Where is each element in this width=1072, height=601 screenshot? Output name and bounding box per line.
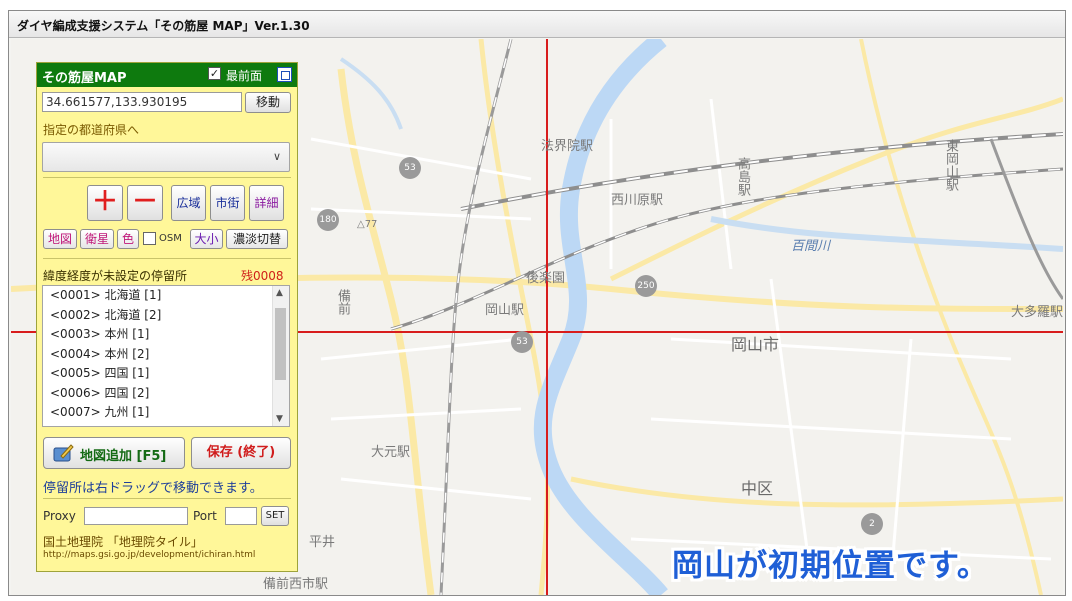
map-label-hirai: 平井 (309, 535, 336, 550)
coordinates-input[interactable]: 34.661577,133.930195 (42, 92, 242, 112)
list-item[interactable]: <0004> 本州 [2] (43, 345, 289, 365)
always-on-top-label: 最前面 (226, 69, 263, 83)
list-item[interactable]: <0007> 九州 [1] (43, 403, 289, 423)
map-label-hokaiin: 法界院駅 (541, 139, 594, 154)
zoom-out-button[interactable]: － (127, 185, 163, 221)
size-toggle-button[interactable]: 大小 (190, 229, 223, 249)
map-label-korakuen: 後楽園 (526, 271, 566, 286)
minimize-icon[interactable] (277, 67, 292, 82)
add-map-label: 地図追加 [F5] (80, 449, 167, 464)
zoom-detail-button[interactable]: 詳細 (249, 185, 284, 221)
osm-checkbox[interactable] (143, 232, 156, 245)
map-label-higashi-okayama: 東岡山駅 (943, 139, 958, 191)
map-label-hyakken-river: 百間川 (791, 239, 831, 254)
port-input[interactable] (225, 507, 257, 525)
road-number-badge: 53 (399, 157, 421, 179)
osm-label: OSM (159, 233, 182, 244)
map-label-omoto: 大元駅 (371, 445, 411, 460)
drag-hint: 停留所は右ドラッグで移動できます。 (43, 481, 263, 496)
road-number-badge: 53 (511, 331, 533, 353)
move-button[interactable]: 移動 (245, 92, 291, 113)
list-item[interactable]: <0002> 北海道 [2] (43, 306, 289, 326)
map-label-takashima: 高島駅 (735, 157, 750, 196)
map-label-ootama: 大多羅駅 (1011, 305, 1063, 320)
control-panel: その筋屋MAP ✓ 最前面 34.661577,133.930195 移動 指定… (36, 62, 298, 572)
panel-title: その筋屋MAP (42, 71, 127, 86)
chevron-down-icon: ∨ (272, 150, 281, 163)
port-label: Port (193, 509, 217, 523)
map-label-okayama-station: 岡山駅 (485, 303, 525, 318)
prefecture-select[interactable]: ∨ (42, 142, 290, 172)
zoom-in-button[interactable]: ＋ (87, 185, 123, 221)
divider (43, 498, 291, 499)
proxy-input[interactable] (84, 507, 188, 525)
chevron-down-icon[interactable]: ▼ (276, 414, 283, 424)
chevron-up-icon[interactable]: ▲ (276, 288, 283, 298)
layer-satellite-button[interactable]: 衛星 (80, 229, 114, 249)
add-map-button[interactable]: 地図追加 [F5] (43, 437, 185, 469)
prefecture-label: 指定の都道府県へ (43, 123, 140, 137)
list-item[interactable]: <0006> 四国 [2] (43, 384, 289, 404)
window-title: ダイヤ編成支援システム「その筋屋 MAP」Ver.1.30 (17, 19, 310, 33)
map-label-nishigawara: 西川原駅 (611, 193, 664, 208)
road-number-badge: 250 (635, 275, 657, 297)
remaining-count: 残0008 (241, 269, 284, 283)
divider (43, 258, 291, 259)
map-credit: 国土地理院 「地理院タイル」 (43, 535, 203, 549)
layer-color-button[interactable]: 色 (117, 229, 139, 249)
title-bar: ダイヤ編成支援システム「その筋屋 MAP」Ver.1.30 (9, 11, 1065, 38)
layer-map-button[interactable]: 地図 (43, 229, 77, 249)
list-item[interactable]: <0001> 北海道 [1] (43, 286, 289, 306)
shade-toggle-button[interactable]: 濃淡切替 (226, 229, 288, 249)
divider (43, 177, 291, 178)
road-number-badge: 2 (861, 513, 883, 535)
save-exit-button[interactable]: 保存 (終了) (191, 437, 291, 469)
caption-overlay: 岡山が初期位置です。 (672, 548, 989, 584)
map-label-naka-ku: 中区 (741, 479, 774, 498)
map-label-okayama-city: 岡山市 (731, 335, 780, 354)
list-scrollbar[interactable]: ▲ ▼ (272, 286, 289, 426)
set-proxy-button[interactable]: SET (261, 506, 289, 526)
list-item[interactable]: <0005> 四国 [1] (43, 364, 289, 384)
zoom-wide-button[interactable]: 広域 (171, 185, 206, 221)
map-pencil-icon (53, 444, 74, 462)
credit-url-link[interactable]: http://maps.gsi.go.jp/development/ichira… (43, 550, 255, 560)
list-item[interactable]: <0003> 本州 [1] (43, 325, 289, 345)
scrollbar-thumb[interactable] (275, 308, 286, 380)
stops-list[interactable]: <0001> 北海道 [1] <0002> 北海道 [2] <0003> 本州 … (42, 285, 290, 427)
zoom-city-button[interactable]: 市街 (210, 185, 245, 221)
map-label-elevation: △77 (357, 219, 378, 230)
road-number-badge: 180 (317, 209, 339, 231)
map-label-bizen: 備前 (335, 289, 350, 315)
always-on-top-checkbox[interactable]: ✓ (208, 67, 221, 80)
panel-header[interactable]: その筋屋MAP ✓ 最前面 (37, 63, 297, 87)
proxy-label: Proxy (43, 509, 76, 523)
map-label-bizen-nishiichi: 備前西市駅 (263, 577, 329, 592)
stops-header: 緯度経度が未設定の停留所 (43, 269, 188, 283)
